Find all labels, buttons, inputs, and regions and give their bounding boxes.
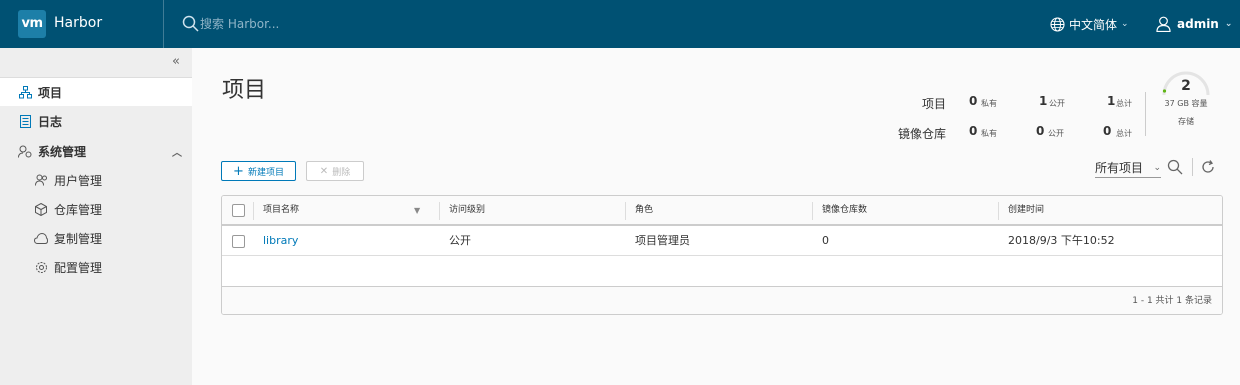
delete-label: 删除 <box>332 167 351 178</box>
sidebar-item-projects[interactable]: 项目 <box>0 78 192 106</box>
plus-icon: + <box>233 163 244 179</box>
search-icon <box>182 15 199 32</box>
chevron-down-icon: ⌄ <box>1153 162 1161 173</box>
collapse-sidebar-icon[interactable]: « <box>172 54 180 69</box>
stat-projects-label: 项目 <box>921 97 946 111</box>
stat-project-public: 1 <box>1039 94 1048 108</box>
column-header-repo-count[interactable]: 镜像仓库数 <box>812 196 998 224</box>
username: admin <box>1177 17 1219 31</box>
sidebar-subitem-users[interactable]: 用户管理 <box>0 166 192 194</box>
sidebar-subitem-label: 仓库管理 <box>54 202 103 217</box>
sidebar-item-system-admin[interactable]: 系统管理 ︿ <box>0 137 192 165</box>
sidebar: « 项目 日志 系统管理 ︿ 用户管理 仓库管理 复制管理 配置管理 <box>0 48 192 385</box>
column-header-name[interactable]: 项目名称 <box>253 196 439 224</box>
sidebar-item-label: 日志 <box>38 114 63 129</box>
sidebar-item-label: 项目 <box>38 85 63 100</box>
storage-capacity: 37 GB 容量 <box>1164 99 1208 108</box>
chevron-down-icon: ⌄ <box>1121 19 1129 29</box>
project-created: 2018/9/3 下午10:52 <box>1008 234 1115 247</box>
projects-table: 项目名称 ▼ 访问级别 角色 镜像仓库数 创建时间 library 公开 项目管… <box>221 195 1223 315</box>
refresh-icon[interactable] <box>1200 159 1216 175</box>
project-access: 公开 <box>449 234 471 247</box>
toolbar-divider <box>1192 158 1193 176</box>
table-row[interactable]: library 公开 项目管理员 0 2018/9/3 下午10:52 <box>222 226 1222 256</box>
language-label: 中文简体 <box>1069 17 1118 32</box>
sidebar-subitem-registries[interactable]: 仓库管理 <box>0 195 192 223</box>
sidebar-subitem-replication[interactable]: 复制管理 <box>0 224 192 252</box>
project-role: 项目管理员 <box>635 234 690 247</box>
new-project-label: 新建项目 <box>247 167 284 178</box>
stats-divider <box>1145 92 1146 136</box>
row-checkbox[interactable] <box>232 235 245 248</box>
stat-total-label: 总计 <box>1116 99 1132 108</box>
close-icon: ✕ <box>319 165 329 177</box>
sidebar-item-logs[interactable]: 日志 <box>0 107 192 135</box>
vmware-logo[interactable]: vm <box>18 10 46 38</box>
column-header-access[interactable]: 访问级别 <box>439 196 625 224</box>
sidebar-subitem-config[interactable]: 配置管理 <box>0 253 192 281</box>
stat-total-label: 总计 <box>1116 129 1132 138</box>
chevron-up-icon[interactable]: ︿ <box>172 144 182 159</box>
app-title[interactable]: Harbor <box>54 15 102 31</box>
page-title: 项目 <box>222 78 267 103</box>
select-all-checkbox[interactable] <box>232 204 245 217</box>
sidebar-subitem-label: 配置管理 <box>54 260 103 275</box>
replication-icon <box>34 231 48 245</box>
new-project-button[interactable]: + 新建项目 <box>221 161 296 181</box>
registries-icon <box>34 202 48 216</box>
globe-icon <box>1050 16 1065 32</box>
search-icon[interactable] <box>1167 159 1183 175</box>
chevron-down-icon: ⌄ <box>1224 19 1233 29</box>
user-icon <box>1156 16 1171 32</box>
project-filter-select[interactable]: 所有项目 ⌄ <box>1095 158 1161 178</box>
project-repo-count: 0 <box>822 234 829 247</box>
stat-repo-public: 0 <box>1036 124 1045 138</box>
storage-count: 2 <box>1181 78 1191 94</box>
gear-icon <box>34 260 48 274</box>
stat-public-label: 公开 <box>1049 99 1065 108</box>
stat-private-label: 私有 <box>981 129 997 138</box>
storage-label: 存储 <box>1178 117 1194 126</box>
stat-repos-label: 镜像仓库 <box>897 127 946 141</box>
app-header: vm Harbor 中文简体 ⌄ admin ⌄ <box>0 0 1240 48</box>
sidebar-subitem-label: 用户管理 <box>54 173 103 188</box>
stat-repo-private: 0 <box>969 124 978 138</box>
logs-icon <box>18 114 32 128</box>
projects-icon <box>18 85 32 99</box>
table-footer: 1 - 1 共计 1 条记录 <box>222 286 1222 314</box>
filter-icon[interactable]: ▼ <box>414 206 420 215</box>
system-admin-icon <box>18 144 32 158</box>
user-menu[interactable]: admin ⌄ <box>1156 14 1232 34</box>
language-switcher[interactable]: 中文简体 ⌄ <box>1050 14 1129 34</box>
header-divider <box>163 0 164 48</box>
stat-repo-total: 0 <box>1103 124 1112 138</box>
filter-value: 所有项目 <box>1095 161 1144 175</box>
global-search-input[interactable] <box>200 14 500 34</box>
sidebar-item-label: 系统管理 <box>38 144 87 159</box>
column-header-created[interactable]: 创建时间 <box>998 196 1222 224</box>
delete-button[interactable]: ✕ 删除 <box>306 161 364 181</box>
users-icon <box>34 173 48 187</box>
column-header-role[interactable]: 角色 <box>625 196 812 224</box>
project-name-link[interactable]: library <box>253 226 298 256</box>
stat-public-label: 公开 <box>1048 129 1064 138</box>
stat-private-label: 私有 <box>981 99 997 108</box>
pagination-summary: 1 - 1 共计 1 条记录 <box>1132 296 1212 306</box>
sidebar-subitem-label: 复制管理 <box>54 231 103 246</box>
table-header: 项目名称 ▼ 访问级别 角色 镜像仓库数 创建时间 <box>222 196 1222 226</box>
stat-project-total: 1 <box>1107 94 1116 108</box>
stat-project-private: 0 <box>969 94 978 108</box>
